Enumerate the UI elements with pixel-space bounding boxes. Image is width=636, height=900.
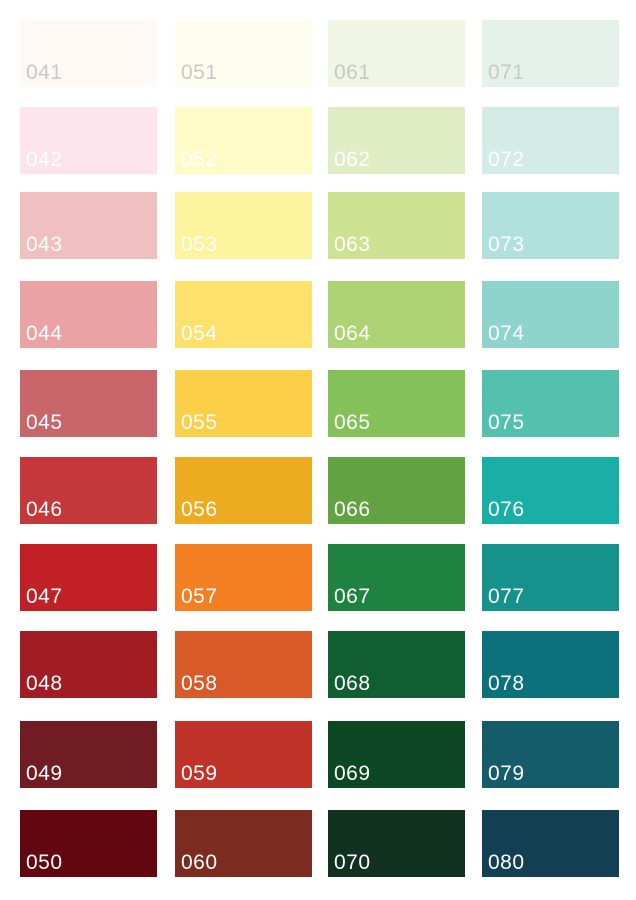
color-swatch[interactable]: 046 xyxy=(20,457,157,524)
swatch-code-label: 052 xyxy=(181,148,218,171)
color-swatch[interactable]: 053 xyxy=(175,192,312,259)
color-swatch[interactable]: 043 xyxy=(20,192,157,259)
color-swatch[interactable]: 057 xyxy=(175,544,312,611)
color-swatch[interactable]: 049 xyxy=(20,721,157,788)
swatch-code-label: 068 xyxy=(334,672,371,695)
swatch-code-label: 067 xyxy=(334,585,371,608)
color-swatch[interactable]: 068 xyxy=(328,631,465,698)
swatch-code-label: 045 xyxy=(26,411,63,434)
color-swatch[interactable]: 050 xyxy=(20,810,157,877)
swatch-code-label: 063 xyxy=(334,233,371,256)
swatch-code-label: 043 xyxy=(26,233,63,256)
swatch-code-label: 061 xyxy=(334,61,371,84)
color-swatch[interactable]: 073 xyxy=(482,192,619,259)
color-swatch[interactable]: 075 xyxy=(482,370,619,437)
color-swatch[interactable]: 062 xyxy=(328,107,465,174)
swatch-code-label: 071 xyxy=(488,61,525,84)
color-swatch[interactable]: 055 xyxy=(175,370,312,437)
color-swatch[interactable]: 080 xyxy=(482,810,619,877)
color-swatch[interactable]: 044 xyxy=(20,281,157,348)
swatch-code-label: 078 xyxy=(488,672,525,695)
color-swatch[interactable]: 078 xyxy=(482,631,619,698)
swatch-code-label: 065 xyxy=(334,411,371,434)
color-swatch[interactable]: 067 xyxy=(328,544,465,611)
swatch-code-label: 072 xyxy=(488,148,525,171)
swatch-code-label: 051 xyxy=(181,61,218,84)
color-swatch[interactable]: 051 xyxy=(175,20,312,87)
swatch-code-label: 075 xyxy=(488,411,525,434)
color-swatch[interactable]: 066 xyxy=(328,457,465,524)
color-swatch[interactable]: 077 xyxy=(482,544,619,611)
color-swatch[interactable]: 047 xyxy=(20,544,157,611)
color-swatch[interactable]: 072 xyxy=(482,107,619,174)
color-swatch[interactable]: 060 xyxy=(175,810,312,877)
color-swatch[interactable]: 069 xyxy=(328,721,465,788)
swatch-code-label: 048 xyxy=(26,672,63,695)
swatch-code-label: 053 xyxy=(181,233,218,256)
color-swatch[interactable]: 059 xyxy=(175,721,312,788)
swatch-code-label: 046 xyxy=(26,498,63,521)
swatch-code-label: 044 xyxy=(26,322,63,345)
swatch-code-label: 058 xyxy=(181,672,218,695)
swatch-code-label: 057 xyxy=(181,585,218,608)
swatch-code-label: 054 xyxy=(181,322,218,345)
swatch-code-label: 064 xyxy=(334,322,371,345)
color-swatch[interactable]: 041 xyxy=(20,20,157,87)
color-swatch[interactable]: 042 xyxy=(20,107,157,174)
color-swatch[interactable]: 071 xyxy=(482,20,619,87)
swatch-code-label: 042 xyxy=(26,148,63,171)
swatch-code-label: 074 xyxy=(488,322,525,345)
swatch-code-label: 062 xyxy=(334,148,371,171)
color-swatch[interactable]: 048 xyxy=(20,631,157,698)
swatch-code-label: 056 xyxy=(181,498,218,521)
color-swatch[interactable]: 054 xyxy=(175,281,312,348)
swatch-code-label: 070 xyxy=(334,851,371,874)
swatch-code-label: 041 xyxy=(26,61,63,84)
color-swatch[interactable]: 045 xyxy=(20,370,157,437)
color-swatch[interactable]: 063 xyxy=(328,192,465,259)
color-swatch[interactable]: 064 xyxy=(328,281,465,348)
color-swatch[interactable]: 061 xyxy=(328,20,465,87)
swatch-code-label: 076 xyxy=(488,498,525,521)
color-swatch-grid: 041 042 043 044 045 046 047 048 049 050 … xyxy=(0,0,636,900)
color-swatch[interactable]: 070 xyxy=(328,810,465,877)
swatch-code-label: 073 xyxy=(488,233,525,256)
swatch-code-label: 055 xyxy=(181,411,218,434)
swatch-code-label: 049 xyxy=(26,762,63,785)
swatch-code-label: 069 xyxy=(334,762,371,785)
swatch-code-label: 060 xyxy=(181,851,218,874)
swatch-code-label: 077 xyxy=(488,585,525,608)
color-swatch[interactable]: 058 xyxy=(175,631,312,698)
swatch-code-label: 080 xyxy=(488,851,525,874)
swatch-code-label: 079 xyxy=(488,762,525,785)
swatch-code-label: 066 xyxy=(334,498,371,521)
color-swatch[interactable]: 076 xyxy=(482,457,619,524)
swatch-code-label: 050 xyxy=(26,851,63,874)
swatch-code-label: 059 xyxy=(181,762,218,785)
color-swatch[interactable]: 056 xyxy=(175,457,312,524)
color-swatch[interactable]: 079 xyxy=(482,721,619,788)
color-swatch[interactable]: 065 xyxy=(328,370,465,437)
color-swatch[interactable]: 052 xyxy=(175,107,312,174)
swatch-code-label: 047 xyxy=(26,585,63,608)
color-swatch[interactable]: 074 xyxy=(482,281,619,348)
